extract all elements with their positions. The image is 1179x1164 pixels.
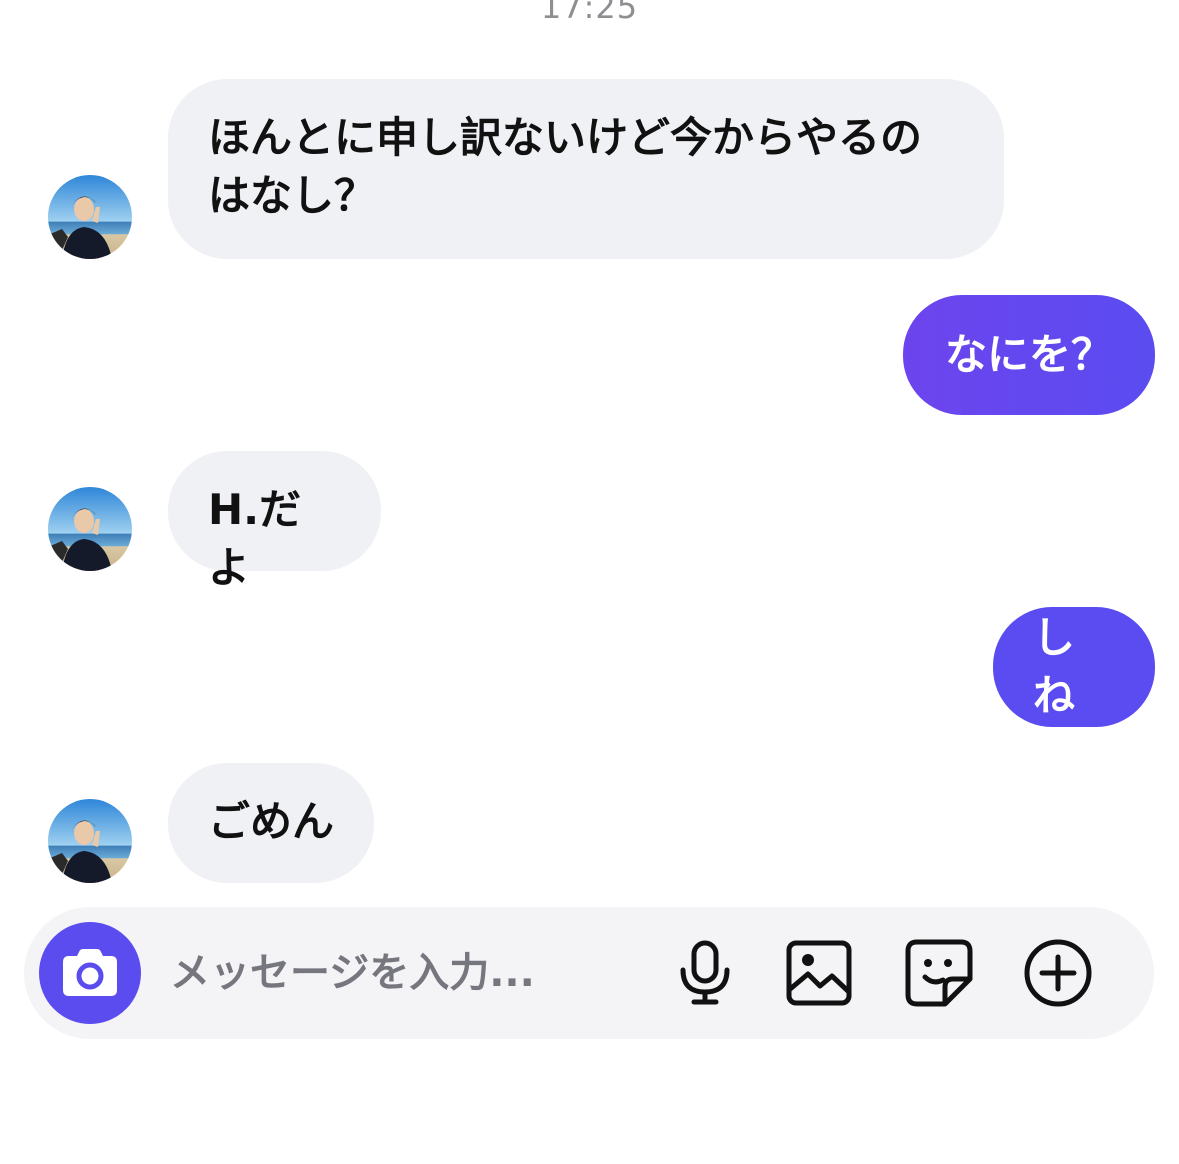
sticker-button[interactable] — [903, 937, 975, 1009]
outgoing-message-bubble[interactable]: しね — [993, 607, 1155, 727]
image-icon — [786, 940, 852, 1006]
sender-avatar[interactable] — [48, 799, 132, 883]
message-input[interactable]: メッセージを入力... — [170, 943, 640, 1003]
more-button[interactable] — [1022, 937, 1094, 1009]
message-text: なにを？ — [944, 330, 1113, 379]
message-text: H.だよ — [208, 485, 302, 592]
message-text: しね — [1033, 613, 1076, 720]
camera-button[interactable] — [39, 922, 141, 1024]
outgoing-message-bubble[interactable]: なにを？ — [903, 295, 1155, 415]
image-button[interactable] — [783, 937, 855, 1009]
message-text: ほんとに申し訳ないけど今からやるの はなし？ — [208, 113, 923, 220]
incoming-message-bubble[interactable]: ごめん — [168, 763, 374, 883]
message-composer: メッセージを入力... — [24, 907, 1154, 1039]
message-timestamp: 17:25 — [540, 0, 639, 26]
microphone-icon — [677, 940, 733, 1006]
sender-avatar[interactable] — [48, 175, 132, 259]
sticker-icon — [905, 939, 973, 1007]
message-text: ごめん — [208, 797, 335, 846]
microphone-button[interactable] — [669, 937, 741, 1009]
sender-avatar[interactable] — [48, 487, 132, 571]
incoming-message-bubble[interactable]: H.だよ — [168, 451, 381, 592]
camera-icon — [61, 948, 119, 998]
incoming-message-bubble[interactable]: ほんとに申し訳ないけど今からやるの はなし？ — [168, 79, 1004, 259]
plus-circle-icon — [1024, 939, 1092, 1007]
